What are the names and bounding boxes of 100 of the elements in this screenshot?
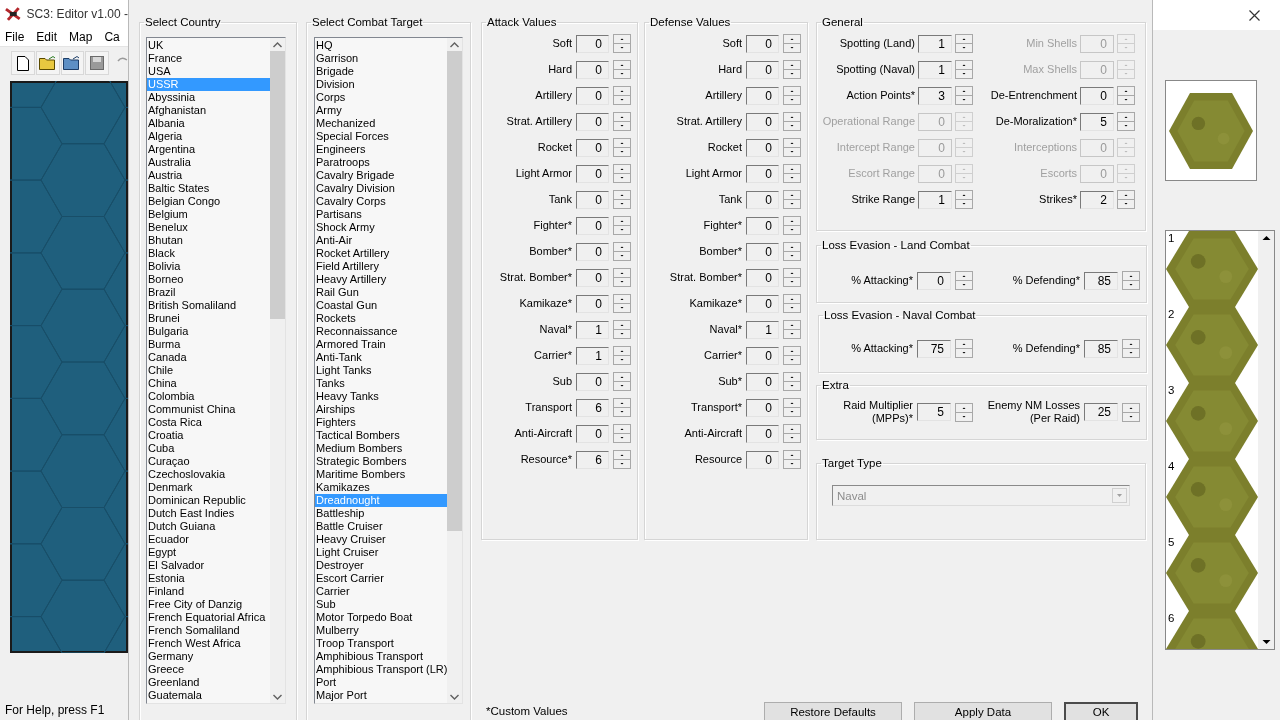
terrain-hex-icon[interactable]: [1166, 459, 1258, 535]
spinner[interactable]: [613, 164, 631, 183]
spinner[interactable]: [613, 60, 631, 79]
number-field[interactable]: 6: [576, 398, 609, 417]
number-field[interactable]: 0: [746, 112, 779, 131]
spinner[interactable]: [613, 346, 631, 365]
list-item[interactable]: Brazil: [147, 286, 270, 299]
number-field[interactable]: 5: [917, 403, 951, 421]
list-item[interactable]: Dominican Republic: [147, 494, 270, 507]
list-item[interactable]: Albania: [147, 117, 270, 130]
number-field[interactable]: 1: [746, 320, 779, 339]
list-item[interactable]: Port: [315, 676, 447, 689]
menu-item[interactable]: File: [5, 30, 25, 44]
number-field[interactable]: 1: [918, 60, 952, 79]
list-item[interactable]: Cavalry Brigade: [315, 169, 447, 182]
terrain-hex-icon[interactable]: [1166, 231, 1258, 307]
list-item[interactable]: Tanks: [315, 377, 447, 390]
list-item[interactable]: Heavy Artillery: [315, 273, 447, 286]
number-field[interactable]: 85: [1084, 339, 1118, 358]
number-field[interactable]: 0: [746, 190, 779, 209]
list-item[interactable]: Black: [147, 247, 270, 260]
list-item[interactable]: Engineers: [315, 143, 447, 156]
number-field[interactable]: 0: [746, 346, 779, 365]
spinner[interactable]: [1117, 86, 1135, 105]
dialog-button[interactable]: OK: [1064, 702, 1138, 720]
list-item[interactable]: China: [147, 377, 270, 390]
spinner[interactable]: [1117, 164, 1135, 183]
list-item[interactable]: Mulberry: [315, 624, 447, 637]
list-item[interactable]: Division: [315, 78, 447, 91]
list-item[interactable]: Baltic States: [147, 182, 270, 195]
list-item[interactable]: Reconnaissance: [315, 325, 447, 338]
list-item[interactable]: Garrison: [315, 52, 447, 65]
spinner[interactable]: [783, 268, 801, 287]
spinner[interactable]: [783, 190, 801, 209]
close-icon[interactable]: [1249, 9, 1260, 21]
number-field[interactable]: 0: [746, 372, 779, 391]
list-item[interactable]: Escort Carrier: [315, 572, 447, 585]
number-field[interactable]: 6: [576, 450, 609, 469]
spinner[interactable]: [783, 450, 801, 469]
list-item[interactable]: Light Tanks: [315, 364, 447, 377]
number-field[interactable]: 0: [746, 398, 779, 417]
spinner[interactable]: [613, 450, 631, 469]
number-field[interactable]: 0: [576, 86, 609, 105]
spinner[interactable]: [783, 294, 801, 313]
list-item[interactable]: Brigade: [315, 65, 447, 78]
number-field[interactable]: 0: [576, 242, 609, 261]
list-item[interactable]: Destroyer: [315, 559, 447, 572]
spinner[interactable]: [783, 34, 801, 53]
list-item[interactable]: Light Cruiser: [315, 546, 447, 559]
list-item[interactable]: Afghanistan: [147, 104, 270, 117]
list-item[interactable]: Bolivia: [147, 260, 270, 273]
number-field[interactable]: 0: [746, 294, 779, 313]
list-item[interactable]: Rockets: [315, 312, 447, 325]
spinner[interactable]: [783, 112, 801, 131]
number-field[interactable]: 0: [746, 86, 779, 105]
spinner[interactable]: [1117, 34, 1135, 53]
list-item[interactable]: Germany: [147, 650, 270, 663]
list-item[interactable]: Ecuador: [147, 533, 270, 546]
spinner[interactable]: [613, 190, 631, 209]
spinner[interactable]: [783, 372, 801, 391]
spinner[interactable]: [1122, 402, 1140, 422]
list-item[interactable]: France: [147, 52, 270, 65]
spinner[interactable]: [613, 86, 631, 105]
spinner[interactable]: [1117, 138, 1135, 157]
list-item[interactable]: Fighters: [315, 416, 447, 429]
spinner[interactable]: [955, 190, 973, 209]
number-field[interactable]: 0: [746, 34, 779, 53]
menu-item[interactable]: Map: [69, 30, 93, 44]
open-button[interactable]: [60, 51, 85, 75]
list-item[interactable]: Argentina: [147, 143, 270, 156]
number-field[interactable]: 0: [746, 60, 779, 79]
spinner[interactable]: [613, 242, 631, 261]
list-item[interactable]: Rail Gun: [315, 286, 447, 299]
number-field[interactable]: 0: [576, 424, 609, 443]
scroll-thumb[interactable]: [447, 51, 462, 531]
list-item[interactable]: Bulgaria: [147, 325, 270, 338]
list-item[interactable]: Greenland: [147, 676, 270, 689]
number-field[interactable]: 3: [918, 86, 952, 105]
list-item[interactable]: Maritime Bombers: [315, 468, 447, 481]
list-item[interactable]: Colombia: [147, 390, 270, 403]
number-field[interactable]: 0: [576, 60, 609, 79]
list-item[interactable]: Coastal Gun: [315, 299, 447, 312]
number-field[interactable]: 1: [576, 320, 609, 339]
number-field[interactable]: 0: [746, 268, 779, 287]
list-item[interactable]: Borneo: [147, 273, 270, 286]
number-field[interactable]: 1: [918, 34, 952, 53]
number-field[interactable]: 75: [917, 339, 951, 358]
list-item[interactable]: Medium Bombers: [315, 442, 447, 455]
spinner[interactable]: [613, 320, 631, 339]
number-field[interactable]: 0: [746, 164, 779, 183]
list-item[interactable]: Heavy Tanks: [315, 390, 447, 403]
list-item[interactable]: Burma: [147, 338, 270, 351]
spinner[interactable]: [783, 398, 801, 417]
list-item[interactable]: Finland: [147, 585, 270, 598]
spinner[interactable]: [613, 424, 631, 443]
list-item[interactable]: Belgium: [147, 208, 270, 221]
list-item[interactable]: Greece: [147, 663, 270, 676]
list-item[interactable]: Bhutan: [147, 234, 270, 247]
list-item[interactable]: Strategic Bombers: [315, 455, 447, 468]
list-item[interactable]: Field Artillery: [315, 260, 447, 273]
